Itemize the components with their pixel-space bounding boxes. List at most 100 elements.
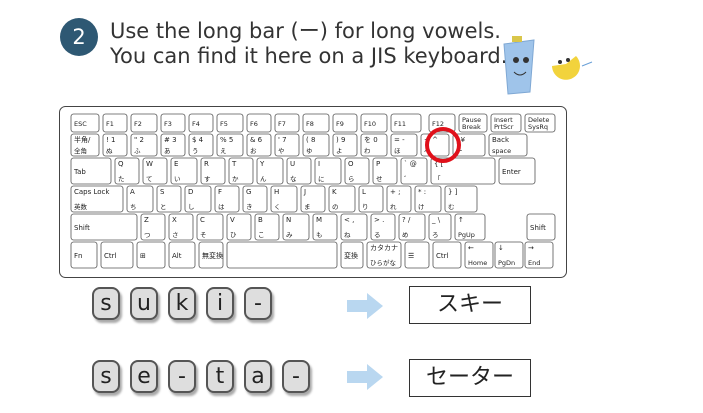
key-label: ( 8: [306, 136, 315, 144]
keyboard-key[interactable]: 半角/全角: [70, 133, 100, 157]
key-sublabel: さ: [172, 231, 179, 239]
keyboard-key[interactable]: Ctrl: [432, 241, 462, 269]
key-label: > .: [374, 216, 384, 224]
keyboard-key[interactable]: Shift: [526, 213, 556, 241]
keyboard-key[interactable]: + ; れ: [386, 185, 412, 213]
keyboard-key[interactable]: Cそ: [196, 213, 224, 241]
keyboard-key[interactable]: } ] む: [444, 185, 478, 213]
keyboard-key[interactable]: & 6 お: [246, 133, 272, 157]
key-label: ↑: [458, 216, 464, 224]
keyboard-key[interactable]: F2: [130, 113, 158, 133]
keyboard-key[interactable]: F8: [302, 113, 330, 133]
keyboard-key[interactable]: F9: [332, 113, 358, 133]
keyboard-key[interactable]: Fn: [70, 241, 98, 269]
katakana-result-box: セーター: [409, 359, 531, 397]
key-label: ) 9: [336, 136, 345, 144]
keyboard-key[interactable]: Tか: [228, 157, 254, 185]
keyboard-key[interactable]: ESC: [70, 113, 100, 133]
keyboard-key[interactable]: Alt: [168, 241, 196, 269]
keyboard-key[interactable]: 変換: [340, 241, 364, 269]
keyboard-key[interactable]: Uな: [286, 157, 312, 185]
key-sublabel: き: [246, 203, 253, 211]
keyboard-key[interactable]: Pせ: [372, 157, 398, 185]
keyboard-key[interactable]: Zつ: [140, 213, 166, 241]
keyboard-key[interactable]: InsertPrtScr: [490, 113, 522, 133]
keyboard-key[interactable]: Caps Lock 英数: [70, 185, 124, 213]
keyboard-key[interactable]: Eい: [170, 157, 198, 185]
keyboard-key[interactable]: * : け: [414, 185, 442, 213]
keyboard-key[interactable]: ← Home: [464, 241, 494, 269]
keyboard-key[interactable]: Yん: [256, 157, 284, 185]
key-sublabel: 全角: [74, 146, 87, 155]
keyboard-key[interactable]: ' 7 や: [274, 133, 300, 157]
romaji-tile: k: [168, 287, 196, 320]
yellow-character-icon: [552, 56, 593, 80]
keyboard-key[interactable]: ! 1 ぬ: [102, 133, 128, 157]
key-label: & 6: [250, 136, 263, 144]
keyboard-key[interactable]: Gき: [242, 185, 268, 213]
keyboard-key[interactable]: Lり: [358, 185, 384, 213]
keyboard-key[interactable]: ↓ PgDn: [494, 241, 524, 269]
keyboard-key[interactable]: ` @ ゛: [400, 157, 428, 185]
key-sublabel: く: [274, 203, 281, 211]
keyboard-key[interactable]: Wて: [142, 157, 168, 185]
keyboard-key[interactable]: ↑ PgUp: [454, 213, 486, 241]
key-sublabel: ひらがな: [370, 258, 397, 267]
keyboard-key[interactable]: _ \ ろ: [428, 213, 452, 241]
keyboard-key[interactable]: ) 9 よ: [332, 133, 358, 157]
keyboard-key[interactable]: PauseBreak: [458, 113, 488, 133]
keyboard-key[interactable]: Sと: [156, 185, 182, 213]
keyboard-key[interactable]: % 5 え: [216, 133, 244, 157]
key-sublabel: て: [146, 175, 153, 183]
keyboard-key[interactable]: Bこ: [254, 213, 280, 241]
keyboard-key[interactable]: Vひ: [226, 213, 252, 241]
key-sublabel: ゆ: [306, 147, 313, 155]
keyboard-key[interactable]: F6: [246, 113, 272, 133]
keyboard-key[interactable]: # 3 あ: [160, 133, 186, 157]
keyboard-key[interactable]: F3: [160, 113, 186, 133]
keyboard-key[interactable]: Back space: [488, 133, 528, 157]
keyboard-key[interactable]: > . る: [370, 213, 396, 241]
keyboard-key[interactable]: Nみ: [282, 213, 310, 241]
keyboard-key[interactable]: $ 4 う: [188, 133, 214, 157]
keyboard-key[interactable]: Hく: [270, 185, 298, 213]
keyboard-key[interactable]: Rす: [200, 157, 226, 185]
keyboard-key[interactable]: Aち: [126, 185, 154, 213]
keyboard-key[interactable]: F7: [274, 113, 300, 133]
keyboard-key[interactable]: カタカナひらがな: [366, 241, 402, 269]
keyboard-key[interactable]: F10: [360, 113, 388, 133]
keyboard-key[interactable]: Iに: [314, 157, 342, 185]
keyboard-key[interactable]: Kの: [328, 185, 356, 213]
keyboard-key[interactable]: ( 8 ゆ: [302, 133, 330, 157]
key-label: K: [332, 188, 337, 196]
keyboard-key[interactable]: Qた: [114, 157, 140, 185]
keyboard-key[interactable]: [226, 241, 338, 269]
keyboard-key[interactable]: Tab: [70, 157, 112, 185]
keyboard-key[interactable]: = - ほ: [390, 133, 418, 157]
romaji-tile: u: [130, 287, 158, 320]
keyboard-key[interactable]: ⊞: [136, 241, 166, 269]
keyboard-key[interactable]: Mも: [312, 213, 338, 241]
keyboard-key[interactable]: ? / め: [398, 213, 426, 241]
keyboard-key[interactable]: < , ね: [340, 213, 368, 241]
keyboard-key[interactable]: Dし: [184, 185, 212, 213]
keyboard-key[interactable]: F5: [216, 113, 244, 133]
keyboard-key[interactable]: Oら: [344, 157, 370, 185]
keyboard-key[interactable]: Shift: [70, 213, 138, 241]
keyboard-key[interactable]: Jま: [300, 185, 326, 213]
keyboard-key[interactable]: DeleteSysRq: [524, 113, 556, 133]
keyboard-key[interactable]: ☰: [404, 241, 430, 269]
keyboard-key[interactable]: → End: [524, 241, 554, 269]
keyboard-key[interactable]: " 2 ふ: [130, 133, 158, 157]
keyboard-key[interactable]: F1: [102, 113, 128, 133]
keyboard-key[interactable]: Fは: [214, 185, 240, 213]
keyboard-key[interactable]: F11: [390, 113, 422, 133]
keyboard-key[interactable]: Enter: [498, 157, 536, 185]
key-sublabel: ゛: [404, 175, 411, 183]
keyboard-key[interactable]: を 0 わ: [360, 133, 388, 157]
keyboard-key[interactable]: 無変換: [198, 241, 224, 269]
keyboard-key[interactable]: Ctrl: [100, 241, 134, 269]
romaji-tile: -: [168, 360, 196, 393]
keyboard-key[interactable]: Xさ: [168, 213, 194, 241]
keyboard-key[interactable]: F4: [188, 113, 214, 133]
